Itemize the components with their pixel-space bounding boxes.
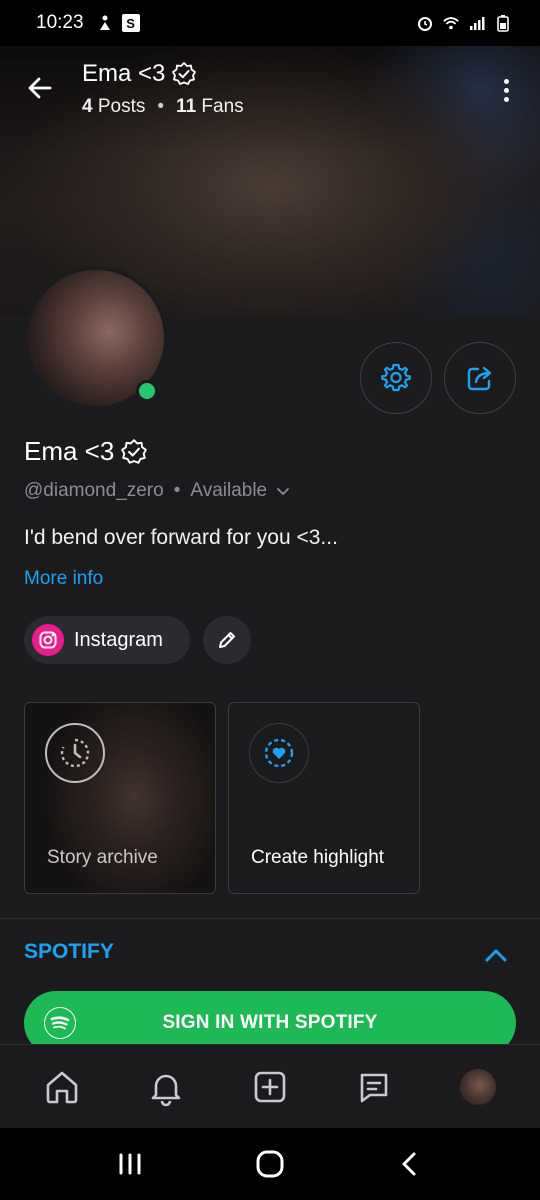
profile-bio: I'd bend over forward for you <3... <box>24 526 338 549</box>
status-bar: 10:23 S <box>0 0 540 46</box>
posts-count: 4 <box>82 96 93 117</box>
header-name-row: Ema <3 <box>82 60 197 88</box>
app-screen: Ema <3 4 Posts • 11 Fans Ema <3 @diamond… <box>0 46 540 1128</box>
posts-label: Posts <box>97 96 146 117</box>
kebab-dot <box>503 87 509 93</box>
instagram-label: Instagram <box>74 628 163 651</box>
s-app-icon: S <box>121 14 140 32</box>
more-options-button[interactable] <box>494 72 518 108</box>
header-counts: 4 Posts • 11 Fans <box>82 96 244 118</box>
handle-row: @diamond_zero • Available <box>24 480 291 502</box>
create-highlight-card[interactable]: Create highlight <box>228 702 420 894</box>
availability-dropdown[interactable]: Available <box>190 480 291 502</box>
wifi-icon <box>442 14 460 32</box>
create-highlight-icon-wrap <box>249 723 309 783</box>
home-circle-icon <box>256 1150 284 1178</box>
verified-icon <box>172 62 197 85</box>
system-back-button[interactable] <box>386 1140 434 1188</box>
nav-add[interactable] <box>243 1060 297 1114</box>
share-icon <box>467 366 492 391</box>
spotify-collapse-button[interactable] <box>482 942 510 975</box>
recents-icon <box>119 1153 141 1175</box>
history-clock-icon <box>60 738 90 768</box>
fans-count: 11 <box>176 96 197 117</box>
story-archive-card[interactable]: Story archive <box>24 702 216 894</box>
battery-icon <box>494 14 512 32</box>
online-indicator <box>136 380 158 402</box>
verified-icon <box>121 438 148 464</box>
bottom-nav <box>0 1044 540 1128</box>
nav-notifications[interactable] <box>139 1060 193 1114</box>
back-button[interactable] <box>22 70 58 106</box>
story-archive-label: Story archive <box>47 847 158 868</box>
back-chevron-icon <box>402 1152 416 1176</box>
instagram-icon <box>32 624 64 656</box>
spotify-icon <box>44 1007 76 1039</box>
nav-messages[interactable] <box>347 1060 401 1114</box>
arrow-left-icon <box>28 77 52 99</box>
kebab-dot <box>503 96 509 102</box>
alarm-icon <box>416 14 434 32</box>
messages-icon <box>360 1073 388 1102</box>
recents-button[interactable] <box>106 1140 154 1188</box>
spotify-section-title[interactable]: SPOTIFY <box>24 940 114 964</box>
settings-button[interactable] <box>360 342 432 414</box>
pencil-icon <box>219 632 235 648</box>
profile-name: Ema <3 <box>24 436 115 466</box>
gear-icon <box>381 363 411 392</box>
chevron-up-icon <box>485 949 507 962</box>
spotify-signin-label: SIGN IN WITH SPOTIFY <box>162 1012 378 1033</box>
top-bar: Ema <3 4 Posts • 11 Fans <box>0 46 540 136</box>
availability-label: Available <box>190 480 268 501</box>
more-info-link[interactable]: More info <box>24 568 103 590</box>
handle-separator: • <box>173 480 181 501</box>
fans-count-group[interactable]: 11 Fans <box>176 96 244 118</box>
system-home-button[interactable] <box>246 1140 294 1188</box>
kebab-dot <box>503 78 509 84</box>
counts-separator: • <box>157 96 165 117</box>
posts-count-group[interactable]: 4 Posts <box>82 96 145 118</box>
chevron-down-icon <box>277 488 290 495</box>
add-icon <box>254 1071 286 1102</box>
status-left-icons: S <box>96 14 140 32</box>
instagram-chip[interactable]: Instagram <box>24 616 190 664</box>
status-right-icons <box>416 14 512 32</box>
nav-home[interactable] <box>35 1060 89 1114</box>
section-divider <box>0 918 540 919</box>
edit-socials-button[interactable] <box>203 616 251 664</box>
home-icon <box>46 1071 78 1103</box>
signal-icon <box>468 14 486 32</box>
system-nav-bar <box>0 1128 540 1200</box>
share-button[interactable] <box>444 342 516 414</box>
status-time: 10:23 <box>36 12 84 33</box>
story-archive-icon-wrap <box>45 723 105 783</box>
figure-icon <box>96 14 114 32</box>
nav-profile[interactable] <box>451 1060 505 1114</box>
profile-name-row: Ema <3 <box>24 436 148 467</box>
heart-circle-icon <box>264 738 294 768</box>
header-name: Ema <3 <box>82 60 166 87</box>
profile-avatar <box>460 1068 496 1105</box>
bell-icon <box>151 1074 181 1106</box>
fans-label: Fans <box>201 96 244 117</box>
create-highlight-label: Create highlight <box>251 847 385 868</box>
profile-handle: @diamond_zero <box>24 480 164 501</box>
